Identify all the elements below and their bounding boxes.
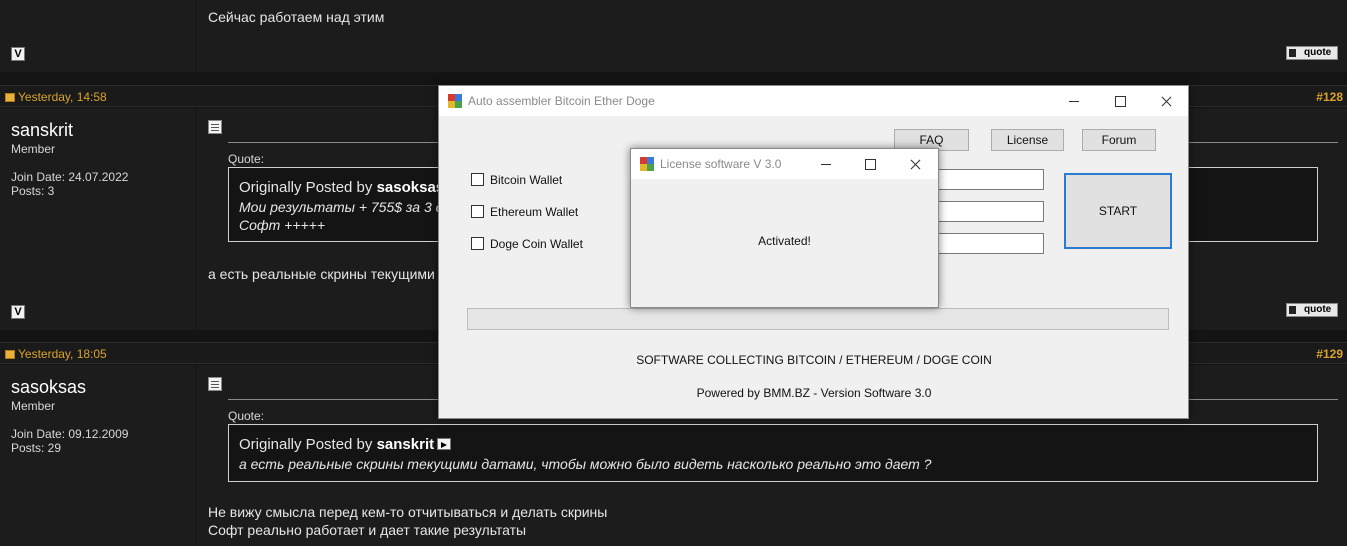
- top-post-text: Сейчас работаем над этим: [208, 9, 385, 25]
- software-description: SOFTWARE COLLECTING BITCOIN / ETHEREUM /…: [636, 353, 992, 367]
- post-icon: [208, 120, 222, 134]
- post-folder-icon: [5, 350, 15, 359]
- close-icon[interactable]: [892, 149, 938, 179]
- username[interactable]: sanskrit: [11, 120, 73, 141]
- post-text: а есть реальные скрины текущими: [208, 266, 435, 282]
- quote-header: Originally Posted by sanskrit: [239, 436, 452, 453]
- forum-button[interactable]: Forum: [1082, 129, 1156, 151]
- window-title: Auto assembler Bitcoin Ether Doge: [468, 94, 655, 108]
- license-window-title: License software V 3.0: [660, 157, 782, 171]
- license-titlebar[interactable]: License software V 3.0: [631, 149, 938, 179]
- close-icon[interactable]: [1143, 86, 1189, 116]
- doge-wallet-checkbox[interactable]: [471, 237, 484, 250]
- quote-author[interactable]: sanskrit: [377, 436, 435, 453]
- report-icon[interactable]: V: [11, 47, 25, 61]
- license-button[interactable]: License: [991, 129, 1064, 151]
- main-titlebar[interactable]: Auto assembler Bitcoin Ether Doge: [439, 86, 1188, 116]
- post-icon: [208, 377, 222, 391]
- ethereum-wallet-input[interactable]: [929, 201, 1044, 222]
- quote-line: Мои результаты + 755$ за 3 д: [239, 199, 444, 215]
- quote-label: Quote:: [228, 152, 265, 166]
- post-folder-icon: [5, 93, 15, 102]
- maximize-icon[interactable]: [1097, 86, 1143, 116]
- user-title: Member: [11, 399, 56, 413]
- quote-line: а есть реальные скрины текущими датами, …: [239, 456, 932, 472]
- post-text: Софт реально работает и дает такие резул…: [208, 522, 527, 538]
- bitcoin-wallet-checkbox[interactable]: [471, 173, 484, 186]
- license-window: License software V 3.0 Activated!: [630, 148, 939, 308]
- join-date: Join Date: 09.12.2009: [11, 427, 129, 441]
- quote-author[interactable]: sasoksas: [377, 179, 445, 196]
- quote-icon: [1289, 306, 1296, 314]
- app-icon: [640, 157, 654, 171]
- ethereum-wallet-checkbox[interactable]: [471, 205, 484, 218]
- post-text: Не вижу смысла перед кем-то отчитываться…: [208, 504, 608, 520]
- user-title: Member: [11, 142, 56, 156]
- posts-count: Posts: 29: [11, 441, 62, 455]
- quote-box: Originally Posted by sanskrit а есть реа…: [228, 424, 1318, 482]
- quote-button[interactable]: quote: [1286, 46, 1338, 60]
- version-info: Powered by BMM.BZ - Version Software 3.0: [696, 386, 932, 400]
- minimize-icon[interactable]: [1051, 86, 1097, 116]
- activation-message: Activated!: [758, 234, 811, 248]
- bitcoin-wallet-label[interactable]: Bitcoin Wallet: [490, 173, 562, 187]
- post-number[interactable]: #128: [1316, 90, 1343, 104]
- post-date: Yesterday, 18:05: [18, 347, 107, 361]
- post-number[interactable]: #129: [1316, 347, 1343, 361]
- ethereum-wallet-label[interactable]: Ethereum Wallet: [490, 205, 578, 219]
- minimize-icon[interactable]: [803, 149, 849, 179]
- app-icon: [448, 94, 462, 108]
- quote-label: Quote:: [228, 409, 265, 423]
- report-icon[interactable]: V: [11, 305, 25, 319]
- view-post-icon[interactable]: [437, 438, 452, 450]
- screen: Сейчас работаем над этим V quote Yesterd…: [0, 0, 1347, 546]
- posts-count: Posts: 3: [11, 184, 55, 198]
- username[interactable]: sasoksas: [11, 377, 86, 398]
- top-post-user-column: [0, 0, 196, 72]
- start-button[interactable]: START: [1064, 173, 1172, 249]
- doge-wallet-label[interactable]: Doge Coin Wallet: [490, 237, 583, 251]
- post-date: Yesterday, 14:58: [18, 90, 107, 104]
- maximize-icon[interactable]: [847, 149, 893, 179]
- doge-wallet-input[interactable]: [929, 233, 1044, 254]
- progress-bar: [467, 308, 1169, 330]
- quote-header: Originally Posted by sasoksas: [239, 179, 445, 196]
- quote-line: Софт +++++: [239, 217, 326, 233]
- join-date: Join Date: 24.07.2022: [11, 170, 129, 184]
- bitcoin-wallet-input[interactable]: [929, 169, 1044, 190]
- quote-button[interactable]: quote: [1286, 303, 1338, 317]
- quote-icon: [1289, 49, 1296, 57]
